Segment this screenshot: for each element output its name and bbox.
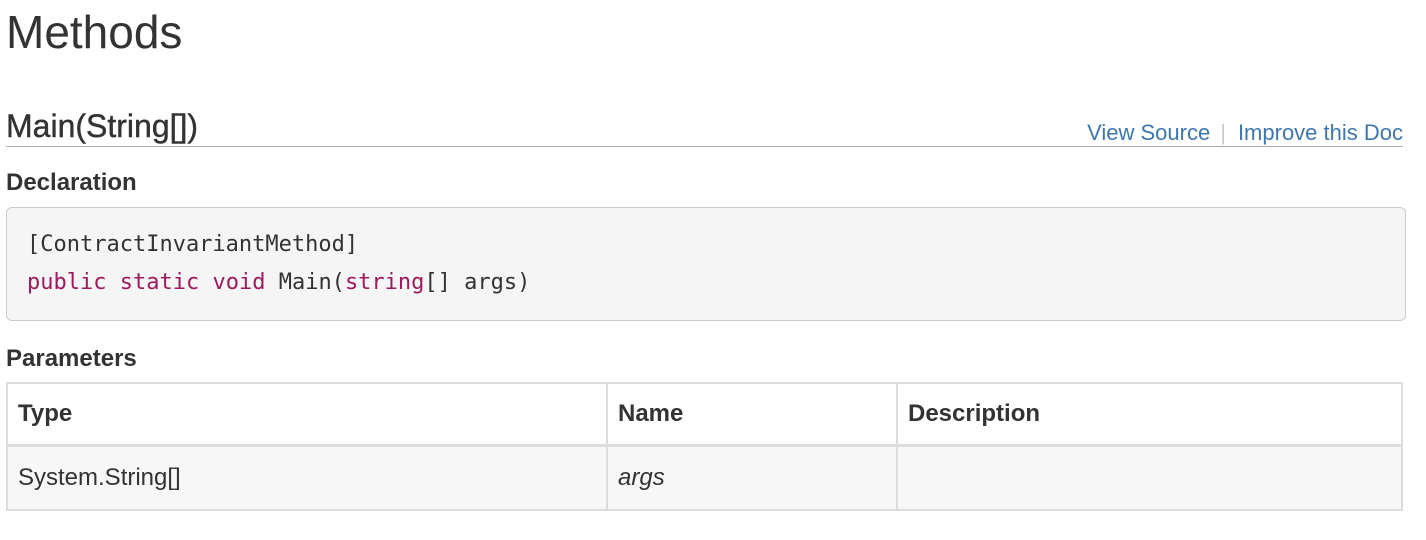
keyword-string: string <box>344 270 425 295</box>
parameters-heading: Parameters <box>6 345 137 372</box>
method-title: Main(String[]) <box>6 108 199 144</box>
method-identifier: Main( <box>278 270 345 295</box>
column-header-name: Name <box>606 382 898 447</box>
column-header-description: Description <box>896 382 1403 447</box>
improve-doc-link[interactable]: Improve this Doc <box>1238 120 1403 145</box>
param-name-cell: args <box>606 444 898 511</box>
link-separator: | <box>1220 120 1226 145</box>
keyword-static: static <box>119 270 200 295</box>
signature-rest: [] args) <box>424 270 531 295</box>
param-type-cell: System.String[] <box>6 444 608 511</box>
table-header-row: Type Name Description <box>6 382 1403 447</box>
code-line-attribute: [ContractInvariantMethod] <box>27 232 359 257</box>
keyword-void: void <box>212 270 266 295</box>
method-links: View Source | Improve this Doc <box>1087 120 1403 146</box>
parameters-table: Type Name Description System.String[] ar… <box>6 382 1403 511</box>
column-header-type: Type <box>6 382 608 447</box>
declaration-heading: Declaration <box>6 169 137 196</box>
view-source-link[interactable]: View Source <box>1087 120 1210 145</box>
page-title: Methods <box>6 6 183 58</box>
keyword-public: public <box>27 270 107 295</box>
code-line-signature: public static void Main(string[] args) <box>27 264 1390 302</box>
declaration-code-block: [ContractInvariantMethod] public static v… <box>6 207 1406 321</box>
param-description-cell <box>896 444 1403 511</box>
method-header: Main(String[]) View Source | Improve this … <box>6 106 1403 147</box>
table-row: System.String[] args <box>6 444 1403 511</box>
